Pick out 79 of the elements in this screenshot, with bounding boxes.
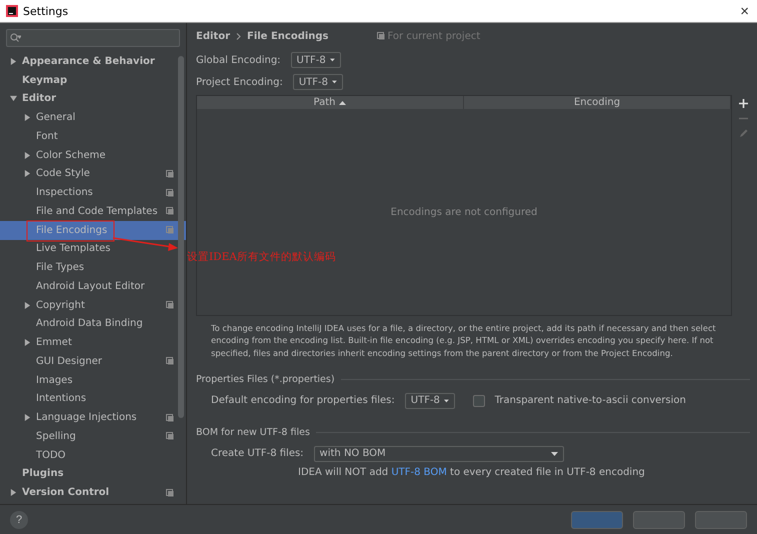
breadcrumb-parent[interactable]: Editor bbox=[196, 30, 230, 42]
caret-right-icon[interactable] bbox=[24, 170, 31, 178]
app-logo-icon bbox=[6, 5, 18, 17]
tree-item[interactable]: Images bbox=[0, 370, 186, 390]
encoding-dropdown[interactable]: UTF-8 bbox=[292, 74, 343, 90]
sort-ascending-icon bbox=[339, 100, 346, 104]
project-scope-icon bbox=[166, 226, 174, 234]
bom-note: IDEA will NOT add UTF-8 BOM to every created file in UTF-8 encoding bbox=[298, 466, 646, 478]
caret-right-icon[interactable] bbox=[10, 58, 17, 65]
caret-down-icon bbox=[330, 58, 335, 62]
tree-item[interactable]: General bbox=[0, 108, 186, 127]
close-button[interactable]: × bbox=[738, 4, 751, 18]
project-scope-icon bbox=[166, 414, 174, 422]
tree-item[interactable]: Language Injections bbox=[0, 408, 186, 427]
bom-dropdown[interactable]: with NO BOM bbox=[314, 446, 564, 462]
tree-item[interactable]: Inspections bbox=[0, 183, 186, 202]
tree-item[interactable]: File Types bbox=[0, 258, 186, 277]
tree-item[interactable]: Editor bbox=[0, 90, 186, 108]
caret-right-icon[interactable] bbox=[24, 339, 31, 346]
tree-item[interactable]: Appearance & Behavior bbox=[0, 52, 186, 71]
tree-item[interactable]: Android Layout Editor bbox=[0, 277, 186, 296]
tree-item[interactable]: Plugins bbox=[0, 464, 186, 484]
project-scope-icon bbox=[166, 301, 174, 310]
bom-link[interactable]: UTF-8 BOM bbox=[391, 466, 447, 478]
project-scope-icon bbox=[376, 32, 385, 40]
caret-right-icon[interactable] bbox=[24, 414, 31, 422]
annotation-text: 设置IDEA所有文件的默认编码 bbox=[187, 250, 336, 264]
tree-item[interactable]: Version Control bbox=[0, 483, 186, 502]
caret-right-icon[interactable] bbox=[24, 152, 31, 159]
caret-right-icon[interactable] bbox=[24, 302, 31, 309]
checkbox-label: Transparent native-to-ascii conversion bbox=[494, 395, 686, 406]
encoding-dropdown[interactable]: UTF-8 bbox=[290, 52, 341, 68]
tree-item[interactable]: TODO bbox=[0, 446, 186, 464]
search-icon bbox=[10, 33, 21, 43]
breadcrumb-current: File Encodings bbox=[247, 30, 329, 42]
project-scope-icon bbox=[166, 432, 174, 440]
empty-table-message: Encodings are not configured bbox=[390, 206, 538, 218]
search-field[interactable] bbox=[6, 29, 180, 47]
description-text: To change encoding IntelliJ IDEA uses for a file, a directory, or the entire project, add its path if necessary and then select encoding from the encoding list. Built-in file encoding (e.g. JSP, HTML or XML) overrides encoding you specify here. If not specified, files and directories inherit encoding settings from the parent directory or from the Project Encoding. bbox=[211, 322, 717, 359]
field-label: Default encoding for properties files: bbox=[211, 395, 395, 406]
scrollbar-thumb[interactable] bbox=[178, 56, 184, 418]
tree-item[interactable]: Code Style bbox=[0, 164, 186, 184]
tree-item[interactable]: Font bbox=[0, 127, 186, 146]
tree-item[interactable]: Copyright bbox=[0, 296, 186, 314]
project-scope-icon bbox=[166, 170, 174, 178]
add-icon[interactable] bbox=[738, 99, 748, 108]
project-scope-icon bbox=[166, 357, 174, 366]
column-header[interactable]: Encoding bbox=[464, 96, 731, 109]
caret-down-icon bbox=[550, 452, 558, 456]
caret-down-icon bbox=[444, 398, 449, 403]
field-label: Create UTF-8 files: bbox=[211, 448, 304, 460]
tree-item[interactable]: GUI Designer bbox=[0, 352, 186, 371]
caret-right-icon[interactable] bbox=[10, 489, 17, 496]
caret-right-icon[interactable] bbox=[24, 114, 31, 122]
field-label: Global Encoding: bbox=[196, 54, 281, 66]
tree-item[interactable]: Spelling bbox=[0, 427, 186, 446]
window-title: Settings bbox=[23, 4, 70, 18]
checkbox[interactable] bbox=[472, 394, 485, 407]
column-header[interactable]: Path bbox=[197, 96, 464, 109]
project-scope-icon bbox=[166, 207, 174, 216]
annotation-arrow bbox=[112, 237, 178, 251]
caret-down-icon[interactable] bbox=[10, 95, 17, 102]
tree-item[interactable]: Color Scheme bbox=[0, 146, 186, 164]
tree-item[interactable]: Live Templates bbox=[0, 240, 186, 258]
section-title: Properties Files (*.properties) bbox=[196, 374, 335, 386]
help-button[interactable]: ? bbox=[10, 510, 28, 528]
tree-item[interactable]: Intentions bbox=[0, 390, 186, 408]
tree-item[interactable]: File and Code Templates bbox=[0, 202, 186, 221]
scope-label: For current project bbox=[388, 30, 480, 42]
caret-down-icon bbox=[332, 80, 337, 84]
field-label: Project Encoding: bbox=[196, 76, 283, 88]
project-scope-icon bbox=[166, 488, 174, 497]
encoding-dropdown[interactable]: UTF-8 bbox=[404, 392, 455, 409]
section-title: BOM for new UTF-8 files bbox=[196, 427, 310, 438]
tree-item[interactable]: Android Data Binding bbox=[0, 314, 186, 334]
project-scope-icon bbox=[166, 188, 174, 197]
tree-item[interactable]: Keymap bbox=[0, 70, 186, 90]
tree-item[interactable]: Emmet bbox=[0, 333, 186, 352]
chevron-right-icon bbox=[236, 32, 241, 40]
